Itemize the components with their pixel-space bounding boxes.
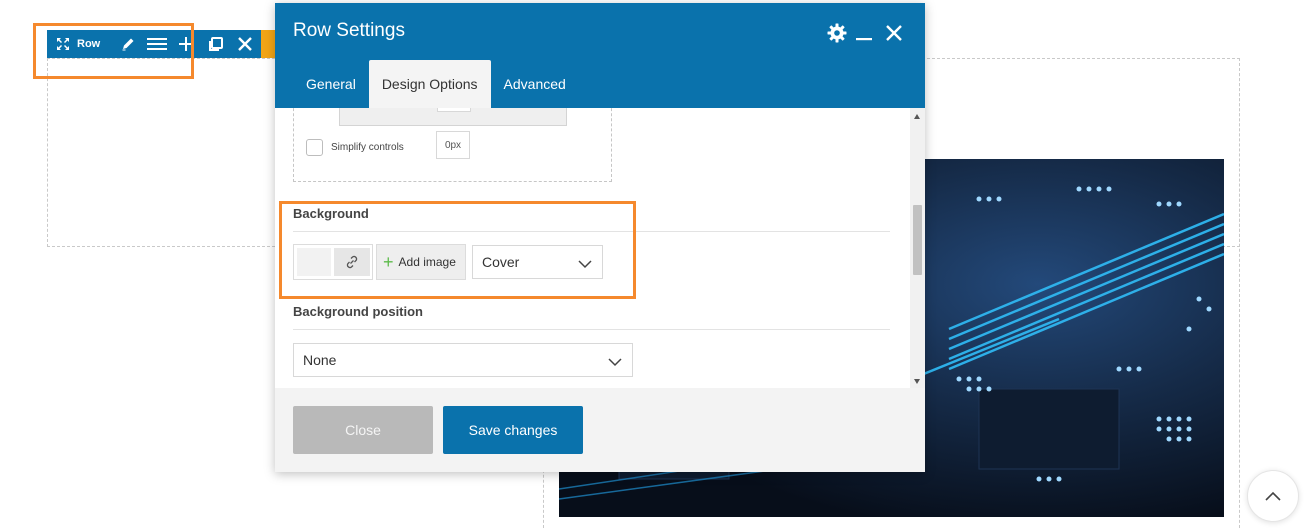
- toolbar-highlight-box: [33, 23, 194, 79]
- close-icon[interactable]: [882, 21, 906, 45]
- scrollbar[interactable]: [910, 108, 925, 388]
- spacing-px-input[interactable]: 0px: [436, 131, 470, 159]
- tab-advanced[interactable]: Advanced: [491, 60, 579, 108]
- modal-header: Row Settings General Design Options Adva…: [275, 3, 925, 108]
- settings-tabs: General Design Options Advanced: [293, 60, 579, 108]
- background-position-select[interactable]: None: [293, 343, 633, 377]
- scroll-to-top-button[interactable]: [1247, 470, 1299, 522]
- simplify-controls-checkbox[interactable]: [306, 139, 323, 156]
- modal-title: Row Settings: [293, 20, 405, 41]
- background-position-label: Background position: [293, 304, 423, 319]
- spacing-box: - Simplify controls 0px: [293, 108, 612, 182]
- scrollbar-thumb[interactable]: [913, 205, 922, 275]
- divider: [293, 329, 890, 330]
- close-button[interactable]: Close: [293, 406, 433, 454]
- chevron-down-icon: [608, 354, 622, 370]
- tab-design-options[interactable]: Design Options: [368, 60, 491, 108]
- close-icon[interactable]: [230, 30, 260, 58]
- minimize-icon[interactable]: [852, 21, 876, 45]
- spacing-top-input[interactable]: -: [437, 108, 471, 112]
- background-highlight-box: [279, 201, 636, 299]
- tab-general[interactable]: General: [293, 60, 369, 108]
- background-position-value: None: [303, 352, 337, 368]
- toolbar-accent-tab[interactable]: [261, 30, 275, 58]
- inner-spacing-box: -: [339, 108, 567, 126]
- simplify-controls-label: Simplify controls: [331, 142, 404, 153]
- save-changes-button[interactable]: Save changes: [443, 406, 583, 454]
- page-canvas: Row Row Settings General Design Options …: [0, 0, 1313, 528]
- gear-icon[interactable]: [825, 21, 849, 45]
- scroll-up-arrow-icon[interactable]: [914, 114, 920, 119]
- clone-icon[interactable]: [200, 30, 230, 58]
- scroll-down-arrow-icon[interactable]: [914, 379, 920, 384]
- modal-footer: Close Save changes: [275, 388, 925, 472]
- chevron-up-icon: [1265, 491, 1281, 501]
